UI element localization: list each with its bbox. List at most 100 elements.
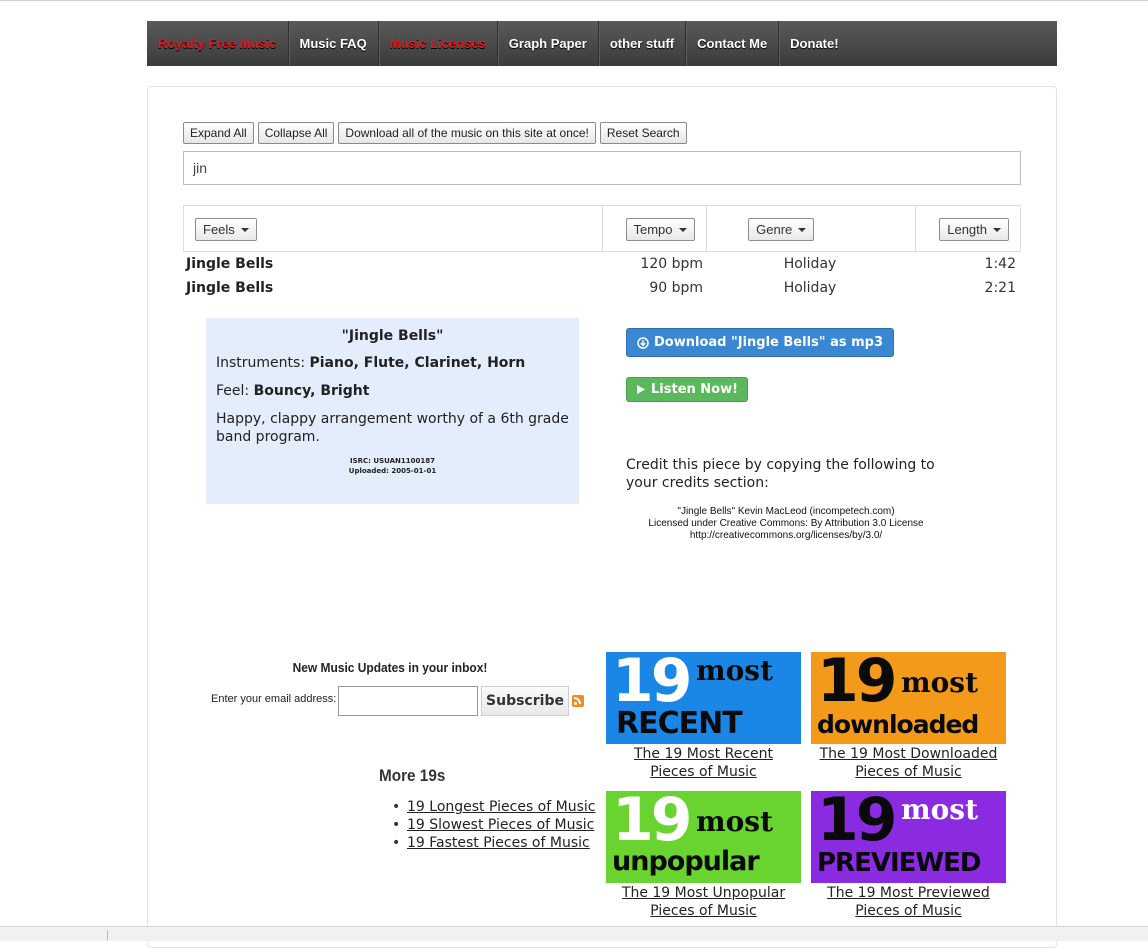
- length-dropdown[interactable]: Length: [939, 218, 1009, 241]
- banner-number: 19: [817, 791, 897, 855]
- collapse-all-button[interactable]: Collapse All: [257, 122, 335, 144]
- download-mp3-button[interactable]: Download "Jingle Bells" as mp3: [626, 328, 895, 357]
- list-item: 19 Slowest Pieces of Music: [392, 816, 595, 834]
- genre-label: Genre: [756, 222, 793, 237]
- instruments-label: Instruments:: [216, 355, 310, 371]
- caret-down-icon: [993, 227, 1001, 232]
- song-title[interactable]: Jingle Bells: [186, 280, 273, 296]
- browser-status-bar: [0, 926, 1148, 941]
- banner-word: RECENT: [616, 706, 743, 741]
- banner-most: most: [901, 793, 978, 826]
- info-instruments: Instruments: Piano, Flute, Clarinet, Hor…: [216, 354, 569, 372]
- listen-now-button[interactable]: Listen Now!: [626, 377, 749, 402]
- fastest-pieces-link[interactable]: 19 Fastest Pieces of Music: [407, 835, 590, 851]
- song-title[interactable]: Jingle Bells: [186, 256, 273, 272]
- feels-dropdown[interactable]: Feels: [195, 218, 257, 241]
- feel-label: Feel:: [216, 383, 254, 399]
- slowest-pieces-link[interactable]: 19 Slowest Pieces of Music: [407, 817, 594, 833]
- nav-graph-paper[interactable]: Graph Paper: [498, 21, 599, 66]
- nav-other-stuff[interactable]: other stuff: [599, 21, 687, 66]
- email-field[interactable]: [338, 686, 478, 716]
- more-19s-list: 19 Longest Pieces of Music 19 Slowest Pi…: [392, 798, 596, 852]
- expand-all-button[interactable]: Expand All: [183, 122, 254, 144]
- rss-icon[interactable]: [572, 695, 584, 707]
- song-row[interactable]: Jingle Bells 90 bpm Holiday 2:21: [186, 280, 1016, 300]
- caption-line: Pieces of Music: [855, 903, 962, 919]
- more-19s-title: More 19s: [379, 766, 446, 785]
- instruments-value: Piano, Flute, Clarinet, Horn: [309, 355, 526, 371]
- email-label: Enter your email address:: [211, 693, 337, 705]
- download-mp3-label: Download "Jingle Bells" as mp3: [654, 335, 884, 350]
- credit-text-block: "Jingle Bells" Kevin MacLeod (incompetec…: [626, 506, 946, 542]
- song-bpm: 90 bpm: [649, 280, 703, 296]
- search-toolbar: Expand All Collapse All Download all of …: [183, 122, 687, 144]
- banner-most: most: [901, 666, 978, 699]
- length-cell: Length: [916, 206, 1020, 251]
- tile-caption-link[interactable]: The 19 Most Recent Pieces of Music: [606, 745, 801, 781]
- list-item: 19 Fastest Pieces of Music: [392, 834, 595, 852]
- song-genre: Holiday: [783, 256, 837, 272]
- tile-most-recent[interactable]: 19 most RECENT The 19 Most Recent Pieces…: [606, 652, 801, 781]
- banner-number: 19: [817, 652, 897, 716]
- tempo-cell: Tempo: [603, 206, 708, 251]
- tile-caption-link[interactable]: The 19 Most Previewed Pieces of Music: [811, 884, 1006, 920]
- tile-most-previewed[interactable]: 19 most PREVIEWED The 19 Most Previewed …: [811, 791, 1006, 920]
- caret-down-icon: [798, 227, 807, 232]
- top-border: [0, 0, 1148, 1]
- reset-search-button[interactable]: Reset Search: [599, 122, 687, 144]
- download-all-button[interactable]: Download all of the music on this site a…: [338, 122, 596, 144]
- nav-contact-me[interactable]: Contact Me: [686, 21, 780, 66]
- feels-label: Feels: [203, 222, 235, 237]
- caption-line: Pieces of Music: [650, 903, 757, 919]
- nav-donate[interactable]: Donate!: [779, 21, 849, 66]
- nav-royalty-free-music[interactable]: Royalty Free Music: [147, 21, 289, 66]
- credit-line: http://creativecommons.org/licenses/by/3…: [689, 530, 883, 541]
- song-length: 1:42: [984, 256, 1016, 272]
- caret-down-icon: [240, 227, 249, 232]
- tile-caption-link[interactable]: The 19 Most Downloaded Pieces of Music: [811, 745, 1006, 781]
- info-title: "Jingle Bells": [341, 328, 444, 344]
- banner-most: most: [696, 654, 773, 687]
- most-unpopular-banner[interactable]: 19 most unpopular: [606, 791, 801, 883]
- song-row[interactable]: Jingle Bells 120 bpm Holiday 1:42: [186, 256, 1016, 276]
- tile-most-unpopular[interactable]: 19 most unpopular The 19 Most Unpopular …: [606, 791, 801, 920]
- banner-word: unpopular: [612, 846, 760, 877]
- tempo-dropdown[interactable]: Tempo: [625, 218, 695, 241]
- caret-down-icon: [678, 227, 687, 232]
- song-length: 2:21: [984, 280, 1016, 296]
- caption-line: The 19 Most Previewed: [827, 885, 990, 901]
- credit-line: "Jingle Bells" Kevin MacLeod (incompetec…: [677, 506, 895, 517]
- genre-dropdown[interactable]: Genre: [748, 218, 815, 241]
- credit-instructions: Credit this piece by copying the followi…: [626, 457, 935, 491]
- nav-music-faq[interactable]: Music FAQ: [289, 21, 379, 66]
- most-downloaded-banner[interactable]: 19 most downloaded: [811, 652, 1006, 744]
- tile-caption-link[interactable]: The 19 Most Unpopular Pieces of Music: [606, 884, 801, 920]
- caption-line: The 19 Most Downloaded: [819, 746, 998, 762]
- newsletter-title: New Music Updates in your inbox!: [292, 660, 488, 675]
- longest-pieces-link[interactable]: 19 Longest Pieces of Music: [407, 799, 595, 815]
- song-bpm: 120 bpm: [640, 256, 703, 272]
- main-nav: Royalty Free Music Music FAQ Music Licen…: [147, 21, 1057, 66]
- subscribe-button[interactable]: Subscribe: [481, 686, 569, 716]
- most-recent-banner[interactable]: 19 most RECENT: [606, 652, 801, 744]
- info-feel: Feel: Bouncy, Bright: [216, 382, 569, 400]
- caption-line: The 19 Most Unpopular: [621, 885, 786, 901]
- banner-word: downloaded: [817, 710, 979, 739]
- caption-line: The 19 Most Recent: [633, 746, 773, 762]
- tempo-label: Tempo: [633, 222, 673, 237]
- info-isrc: ISRC: USUAN1100187: [350, 457, 435, 465]
- nav-music-licenses[interactable]: Music Licenses: [379, 21, 498, 66]
- search-input[interactable]: [183, 151, 1021, 185]
- caption-line: Pieces of Music: [650, 764, 757, 780]
- credit-line: Licensed under Creative Commons: By Attr…: [648, 518, 924, 529]
- banner-most: most: [696, 805, 773, 838]
- most-previewed-banner[interactable]: 19 most PREVIEWED: [811, 791, 1006, 883]
- tile-most-downloaded[interactable]: 19 most downloaded The 19 Most Downloade…: [811, 652, 1006, 781]
- info-description: Happy, clappy arrangement worthy of a 6t…: [216, 411, 569, 445]
- genre-cell: Genre: [707, 206, 917, 251]
- song-info-box: "Jingle Bells" Instruments: Piano, Flute…: [206, 318, 579, 504]
- download-circle-icon: [637, 336, 649, 349]
- play-icon: [637, 385, 645, 394]
- length-label: Length: [947, 222, 987, 237]
- filter-header: Feels Tempo Genre Length: [183, 205, 1021, 252]
